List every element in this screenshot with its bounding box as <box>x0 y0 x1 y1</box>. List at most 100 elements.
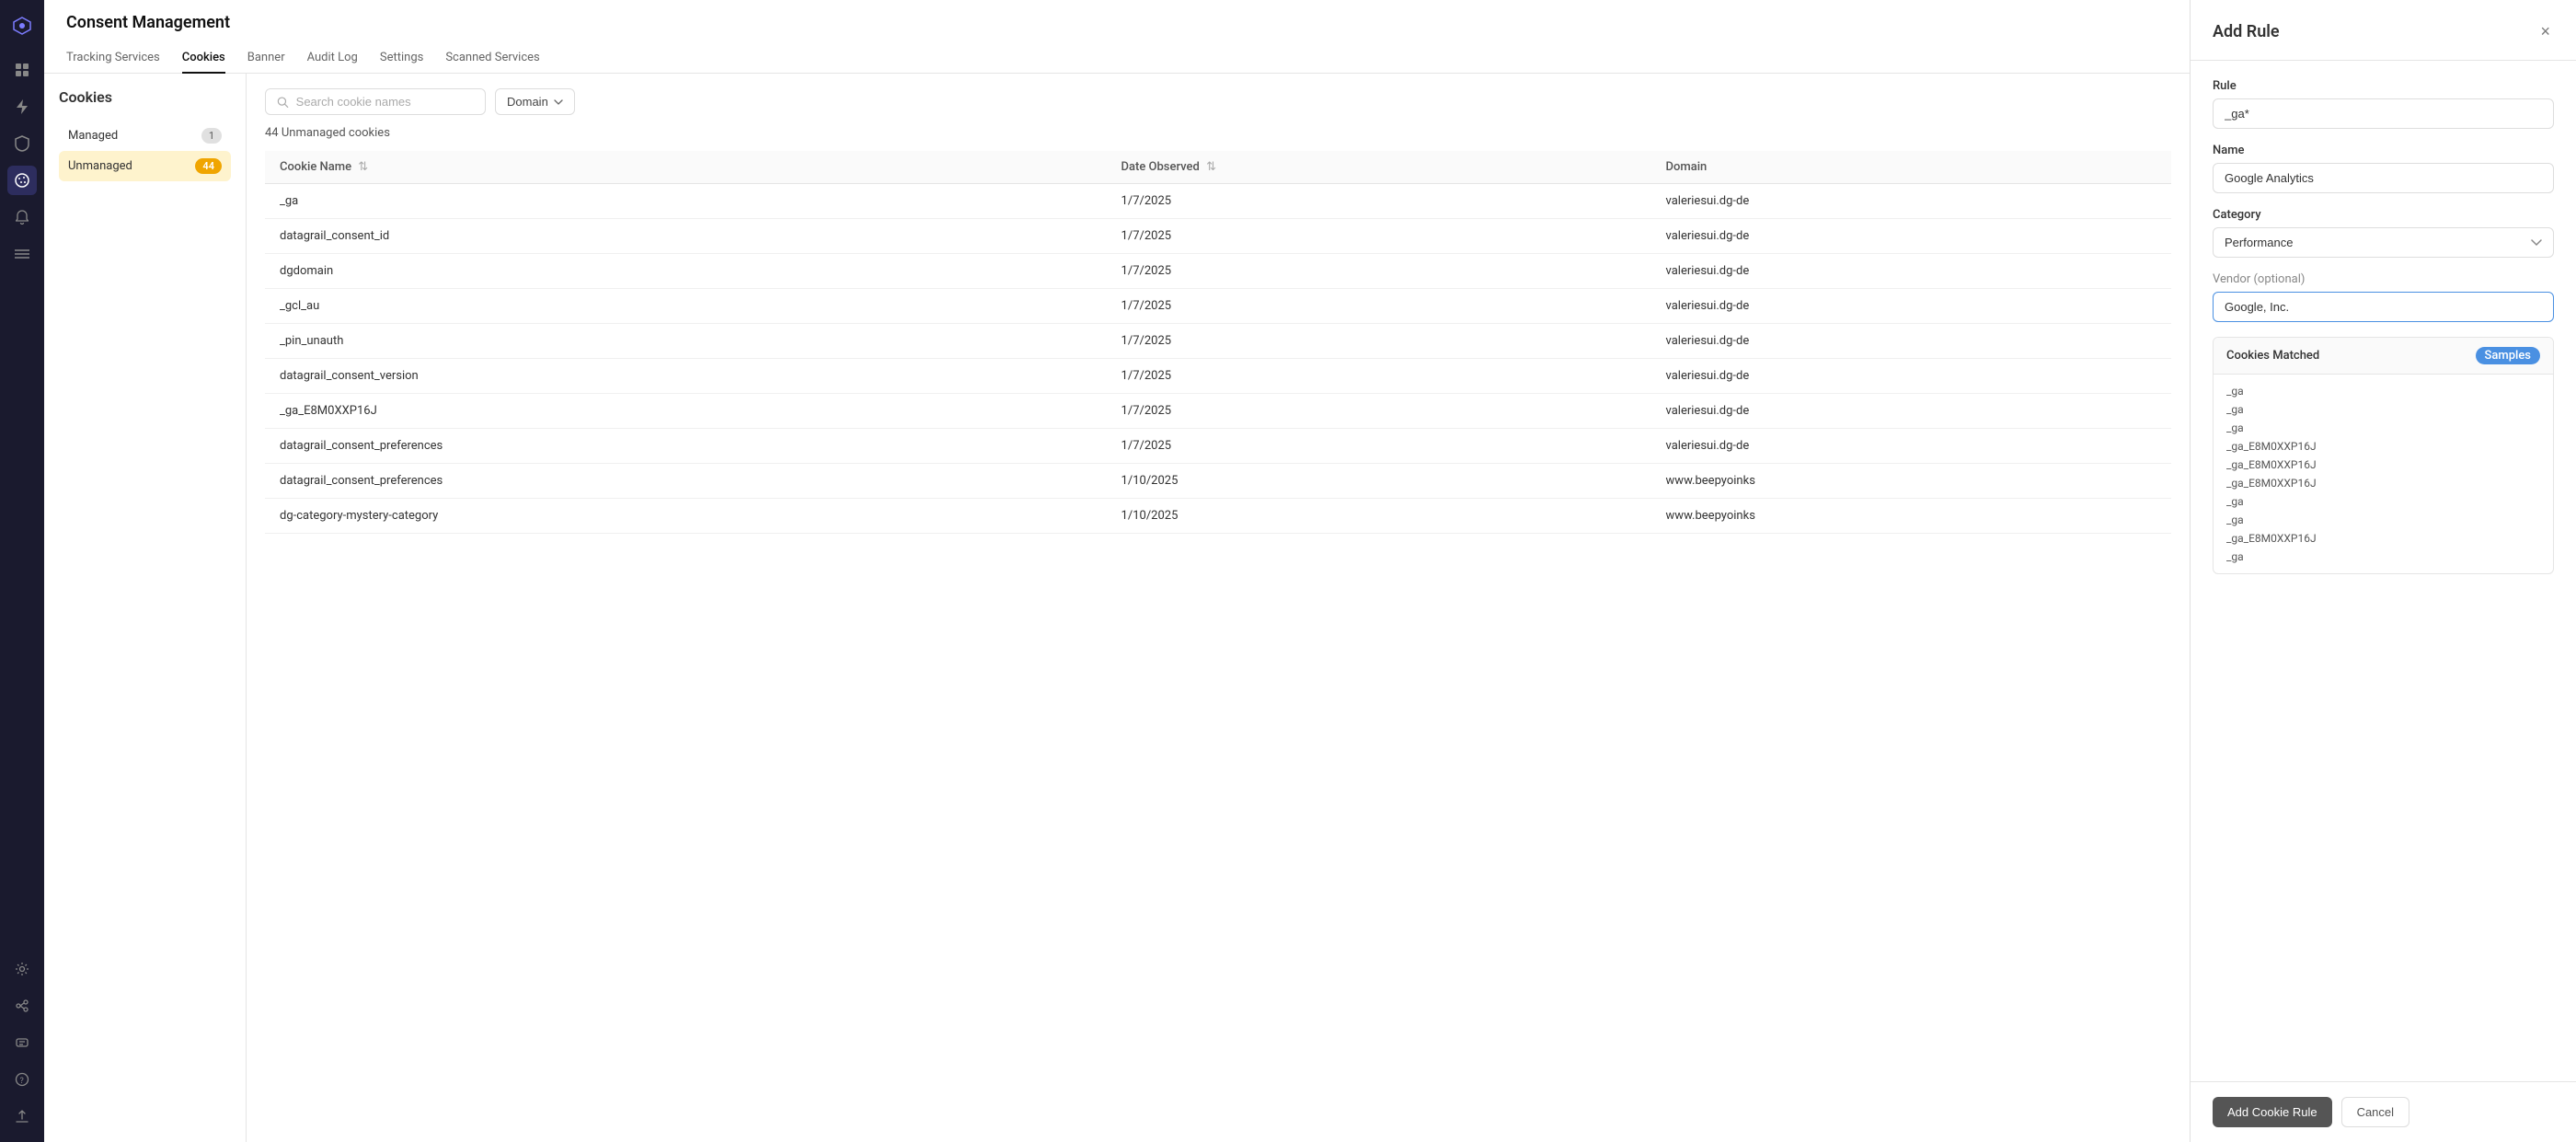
cookie-match-item: _ga_E8M0XXP16J <box>2226 531 2540 546</box>
settings-icon[interactable] <box>7 954 37 984</box>
gear2-icon[interactable] <box>7 1028 37 1057</box>
cell-domain: www.beepyoinks <box>1651 499 2171 534</box>
cookie-match-item: _ga <box>2226 421 2540 435</box>
cookies-panel-title: Cookies <box>59 88 231 106</box>
panel-header: Add Rule × <box>2191 0 2576 61</box>
table-row[interactable]: datagrail_consent_preferences 1/7/2025 v… <box>265 429 2171 464</box>
cell-cookie-name: _ga_E8M0XXP16J <box>265 394 1107 429</box>
sidebar: ? <box>0 0 44 1142</box>
sort-date-icon: ⇅ <box>1206 160 1216 174</box>
cookie-icon[interactable] <box>7 166 37 195</box>
table-header-row: Cookie Name ⇅ Date Observed ⇅ Domain <box>265 151 2171 184</box>
table-row[interactable]: _pin_unauth 1/7/2025 valeriesui.dg-de <box>265 324 2171 359</box>
table-row[interactable]: datagrail_consent_preferences 1/10/2025 … <box>265 464 2171 499</box>
cell-domain: valeriesui.dg-de <box>1651 359 2171 394</box>
add-rule-panel: Add Rule × Rule Name Category Performanc… <box>2190 0 2576 1142</box>
cell-cookie-name: _ga <box>265 184 1107 219</box>
search-input[interactable] <box>296 95 474 109</box>
rule-group: Rule <box>2213 79 2554 129</box>
shield-icon[interactable] <box>7 129 37 158</box>
content-body: Cookies Managed 1 Unmanaged 44 <box>44 74 2190 1142</box>
search-wrapper[interactable] <box>265 88 486 115</box>
col-domain[interactable]: Domain <box>1651 151 2171 184</box>
managed-count: 1 <box>201 128 222 144</box>
cookie-match-item: _ga <box>2226 494 2540 509</box>
cookie-match-item: _ga_E8M0XXP16J <box>2226 476 2540 490</box>
panel-body: Rule Name Category Performance Strictly … <box>2191 61 2576 593</box>
nav-tabs: Tracking Services Cookies Banner Audit L… <box>66 43 2168 73</box>
cell-domain: valeriesui.dg-de <box>1651 219 2171 254</box>
table-row[interactable]: dgdomain 1/7/2025 valeriesui.dg-de <box>265 254 2171 289</box>
table-area: Domain 44 Unmanaged cookies Cookie Name … <box>247 74 2190 1142</box>
integrations-icon[interactable] <box>7 991 37 1021</box>
cell-domain: www.beepyoinks <box>1651 464 2171 499</box>
list-icon[interactable] <box>7 239 37 269</box>
cookie-match-item: _ga_E8M0XXP16J <box>2226 439 2540 454</box>
add-cookie-rule-button[interactable]: Add Cookie Rule <box>2213 1097 2332 1127</box>
notification-icon[interactable] <box>7 202 37 232</box>
cell-domain: valeriesui.dg-de <box>1651 184 2171 219</box>
col-date-observed[interactable]: Date Observed ⇅ <box>1107 151 1651 184</box>
category-label: Category <box>2213 208 2554 222</box>
svg-text:?: ? <box>20 1077 24 1086</box>
vendor-group: Vendor (optional) <box>2213 272 2554 322</box>
cell-date-observed: 1/7/2025 <box>1107 429 1651 464</box>
rule-label: Rule <box>2213 79 2554 93</box>
table-row[interactable]: dg-category-mystery-category 1/10/2025 w… <box>265 499 2171 534</box>
table-row[interactable]: datagrail_consent_version 1/7/2025 valer… <box>265 359 2171 394</box>
cell-date-observed: 1/7/2025 <box>1107 394 1651 429</box>
cell-cookie-name: datagrail_consent_id <box>265 219 1107 254</box>
help-icon[interactable]: ? <box>7 1065 37 1094</box>
cookies-panel: Cookies Managed 1 Unmanaged 44 <box>44 74 247 1142</box>
rule-input[interactable] <box>2213 98 2554 129</box>
table-row[interactable]: datagrail_consent_id 1/7/2025 valeriesui… <box>265 219 2171 254</box>
category-managed[interactable]: Managed 1 <box>59 121 231 151</box>
name-label: Name <box>2213 144 2554 157</box>
name-input[interactable] <box>2213 163 2554 193</box>
dashboard-icon[interactable] <box>7 55 37 85</box>
vendor-input[interactable] <box>2213 292 2554 322</box>
tab-settings[interactable]: Settings <box>380 43 423 74</box>
cancel-button[interactable]: Cancel <box>2341 1097 2409 1127</box>
cookies-matched-section: Cookies Matched Samples _ga _ga _ga _ga_E8M… <box>2213 337 2554 574</box>
tab-audit-log[interactable]: Audit Log <box>307 43 358 74</box>
close-button[interactable]: × <box>2536 18 2554 45</box>
cell-date-observed: 1/7/2025 <box>1107 219 1651 254</box>
panel-footer: Add Cookie Rule Cancel <box>2191 1081 2576 1142</box>
cell-cookie-name: datagrail_consent_preferences <box>265 429 1107 464</box>
vendor-label: Vendor (optional) <box>2213 272 2554 286</box>
bolt-icon[interactable] <box>7 92 37 121</box>
cookies-matched-header: Cookies Matched Samples <box>2214 338 2553 375</box>
table-body: _ga 1/7/2025 valeriesui.dg-de datagrail_… <box>265 184 2171 534</box>
cell-domain: valeriesui.dg-de <box>1651 289 2171 324</box>
cookie-match-item: _ga <box>2226 549 2540 564</box>
table-row[interactable]: _ga 1/7/2025 valeriesui.dg-de <box>265 184 2171 219</box>
managed-label: Managed <box>68 129 118 143</box>
tab-cookies[interactable]: Cookies <box>182 43 225 74</box>
cell-cookie-name: dg-category-mystery-category <box>265 499 1107 534</box>
unmanaged-label: Unmanaged <box>68 159 132 173</box>
tab-tracking-services[interactable]: Tracking Services <box>66 43 160 74</box>
tab-scanned-services[interactable]: Scanned Services <box>445 43 539 74</box>
cell-date-observed: 1/10/2025 <box>1107 464 1651 499</box>
table-row[interactable]: _ga_E8M0XXP16J 1/7/2025 valeriesui.dg-de <box>265 394 2171 429</box>
col-cookie-name[interactable]: Cookie Name ⇅ <box>265 151 1107 184</box>
samples-badge[interactable]: Samples <box>2476 347 2540 364</box>
domain-button[interactable]: Domain <box>495 88 575 115</box>
cell-cookie-name: datagrail_consent_preferences <box>265 464 1107 499</box>
category-select[interactable]: Performance Strictly Necessary Functiona… <box>2213 227 2554 258</box>
panel-title: Add Rule <box>2213 22 2280 41</box>
tab-banner[interactable]: Banner <box>247 43 285 74</box>
category-unmanaged[interactable]: Unmanaged 44 <box>59 151 231 181</box>
table-row[interactable]: _gcl_au 1/7/2025 valeriesui.dg-de <box>265 289 2171 324</box>
top-nav: Consent Management Tracking Services Coo… <box>44 0 2190 74</box>
logo-icon[interactable] <box>7 11 37 40</box>
page-title: Consent Management <box>66 13 2168 32</box>
cell-domain: valeriesui.dg-de <box>1651 254 2171 289</box>
unmanaged-count: 44 <box>195 158 222 174</box>
sort-cookie-name-icon: ⇅ <box>358 160 368 174</box>
export-icon[interactable] <box>7 1102 37 1131</box>
cell-cookie-name: datagrail_consent_version <box>265 359 1107 394</box>
cell-domain: valeriesui.dg-de <box>1651 394 2171 429</box>
domain-button-label: Domain <box>507 95 548 109</box>
